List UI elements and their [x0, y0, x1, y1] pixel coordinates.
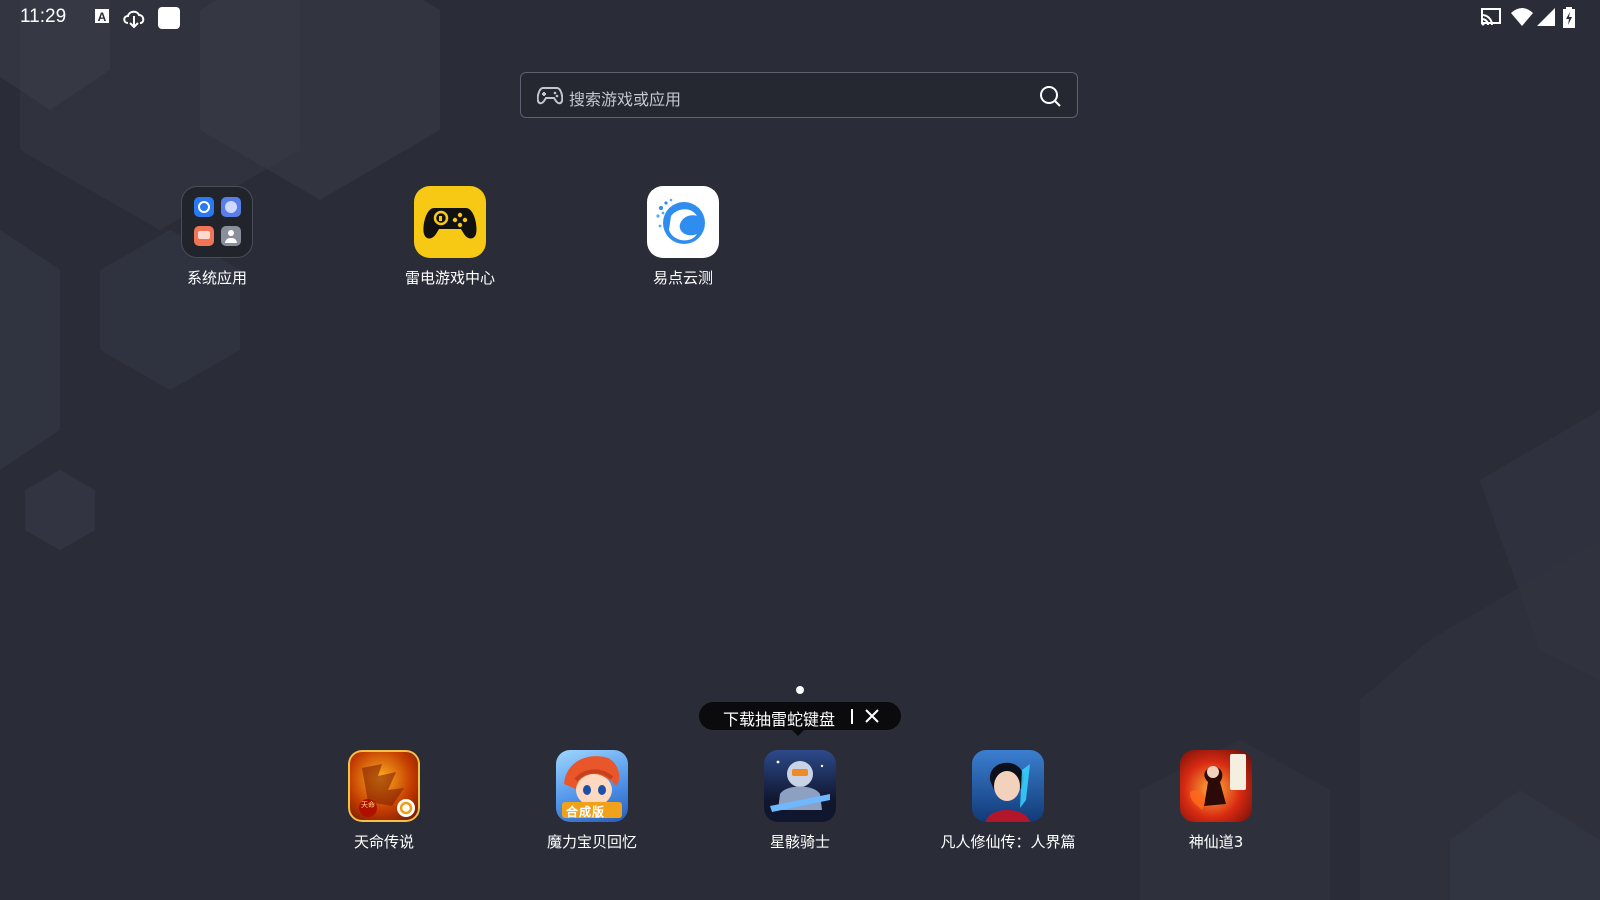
xinghai-knight-game-icon: [764, 750, 836, 822]
app-label: 神仙道3: [1188, 833, 1244, 851]
shenxiandao-game-icon: [1180, 750, 1252, 822]
dock-app-tianming[interactable]: 天命 天命传说: [299, 750, 469, 852]
app-game-center[interactable]: 雷电游戏中心: [385, 186, 515, 288]
app-label: 魔力宝贝回忆: [546, 833, 637, 851]
dock-app-xinghai-knight[interactable]: 星骸骑士: [715, 750, 885, 852]
moli-baobei-game-icon: 合成版: [556, 750, 628, 822]
cloud-download-icon: [123, 10, 145, 29]
app-label: 雷电游戏中心: [404, 269, 495, 287]
promo-tooltip[interactable]: 下载抽雷蛇键盘: [699, 702, 901, 736]
yidian-yunce-icon: [647, 186, 719, 258]
close-icon[interactable]: [863, 707, 881, 725]
page-indicator-dot: [796, 686, 804, 694]
white-square-icon: [158, 7, 180, 29]
app-label: 易点云测: [652, 269, 713, 287]
app-label: 系统应用: [186, 269, 247, 287]
search-placeholder: 搜索游戏或应用: [569, 90, 682, 109]
app-system-apps-folder[interactable]: 系统应用: [152, 186, 282, 288]
dock-app-shenxiandao[interactable]: 神仙道3: [1131, 750, 1301, 852]
game-badge: 天命: [361, 801, 375, 809]
gamepad-icon: [537, 87, 563, 105]
status-clock: 11:29: [20, 6, 67, 27]
search-icon[interactable]: [1039, 85, 1061, 107]
search-bar[interactable]: 搜索游戏或应用: [520, 72, 1078, 118]
cell-signal-icon: [1537, 8, 1555, 26]
app-label: 天命传说: [353, 833, 414, 851]
tooltip-text: 下载抽雷蛇键盘: [723, 710, 836, 729]
tooltip-arrow: [791, 729, 805, 736]
dock-app-fanren-xiuxian[interactable]: 凡人修仙传：人界篇: [923, 750, 1093, 852]
fanren-xiuxian-game-icon: [972, 750, 1044, 822]
status-bar: 11:29 A: [0, 0, 1600, 36]
app-label: 凡人修仙传：人界篇: [940, 833, 1076, 851]
app-yidian-yunce[interactable]: 易点云测: [618, 186, 748, 288]
tooltip-divider: [851, 709, 853, 724]
tianming-game-icon: 天命: [348, 750, 420, 822]
app-label: 星骸骑士: [769, 833, 830, 851]
text-a-icon: A: [95, 9, 109, 24]
game-center-icon: [414, 186, 486, 258]
svg-text:A: A: [98, 10, 107, 24]
home-screen: 11:29 A 搜索游戏或应用 系统应用 雷电游戏中心 易点云测 下载抽雷蛇键盘…: [0, 0, 1600, 900]
wifi-icon: [1511, 8, 1533, 26]
cast-icon: [1481, 8, 1501, 26]
dock-app-moli-baobei[interactable]: 合成版 魔力宝贝回忆: [507, 750, 677, 852]
game-badge: 合成版: [566, 805, 606, 819]
battery-charging-icon: [1563, 7, 1575, 28]
folder-system-apps-icon: [181, 186, 253, 258]
